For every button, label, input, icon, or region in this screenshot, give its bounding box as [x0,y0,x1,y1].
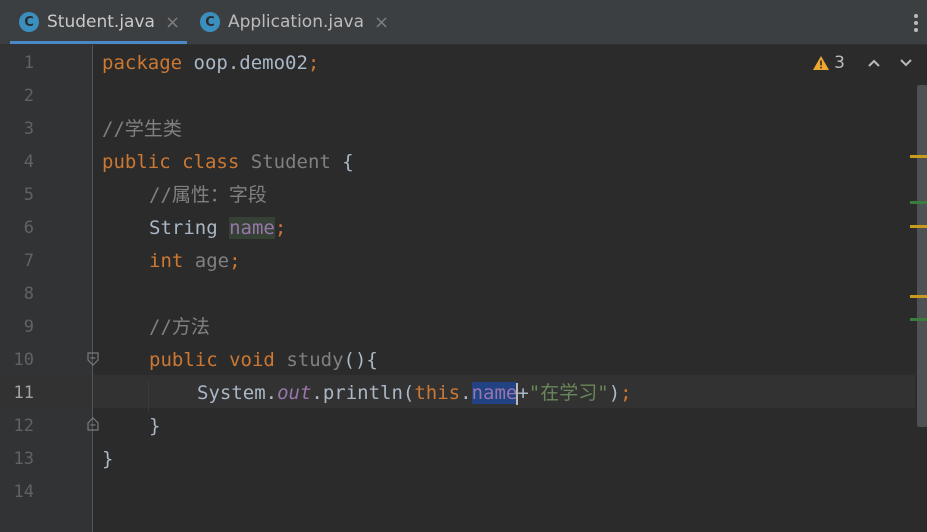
vertical-scrollbar[interactable] [917,85,927,427]
code-line-6: String name; [149,212,286,245]
semicolon: ; [307,52,320,74]
line-number: 1 [23,53,34,73]
line-number: 6 [23,218,34,238]
warning-marker[interactable] [910,295,927,298]
comment: //学生类 [102,118,182,140]
gutter-divider [92,45,93,532]
code-line-7: int age; [149,245,241,278]
class-ref: System. [197,382,278,404]
brace: { [330,151,354,173]
editor-tab-bar: C Student.java × C Application.java × [0,0,927,45]
warning-marker[interactable] [910,155,927,158]
code-line-12: } [149,410,160,443]
warning-icon [813,56,830,70]
method-call: .println( [311,382,415,404]
string-literal: "在学习" [528,382,609,404]
field-name-highlighted: name [229,217,275,239]
active-tab-indicator [10,41,187,44]
line-number: 5 [23,185,34,205]
class-file-icon: C [19,12,39,32]
warning-count: 3 [834,53,845,73]
keyword: class [182,151,240,173]
dot: . [460,382,472,404]
comment: //方法 [149,316,210,338]
static-field: out [277,382,312,404]
operator: + [517,382,529,404]
type-name: String [149,217,230,239]
fold-collapse-icon[interactable] [87,352,99,366]
code-line-10: public void study(){ [149,344,378,377]
close-tab-icon[interactable]: × [374,12,389,33]
line-number: 13 [13,449,34,469]
field-name: age [183,250,230,272]
line-number: 7 [23,251,34,271]
code-line-13: } [102,443,113,476]
code-line-11: System.out.println(this.name+"在学习"); [197,377,632,410]
semicolon: ; [229,250,241,272]
selected-field: name [471,382,518,404]
class-name: Student [250,151,331,173]
keyword: package [102,52,183,74]
tab-label: Student.java [47,12,155,32]
indent-guide [148,381,149,411]
warning-indicator[interactable]: 3 [812,53,845,73]
keyword: this [414,382,461,404]
package-name: oop.demo02 [182,52,308,74]
semicolon: ; [620,382,632,404]
class-file-icon: C [200,12,220,32]
previous-highlight-icon[interactable] [867,58,881,68]
semicolon: ; [274,217,287,239]
line-number: 2 [23,86,34,106]
line-number: 12 [13,416,34,436]
line-number: 4 [23,152,34,172]
line-number: 3 [23,119,34,139]
fold-end-icon[interactable] [87,417,99,431]
code-line-5: //属性：字段 [149,179,267,212]
tab-student-java[interactable]: C Student.java × [10,0,187,44]
code-line-4: public class Student { [102,146,354,179]
keyword: public [102,151,171,173]
info-marker[interactable] [910,318,927,321]
next-highlight-icon[interactable] [899,58,913,68]
keyword: public [149,349,218,371]
method-name: study [286,349,344,371]
code-line-3: //学生类 [102,113,182,146]
line-number-current: 11 [13,383,34,403]
line-number: 9 [23,317,34,337]
line-number: 10 [13,350,34,370]
brace: } [149,415,161,437]
info-marker[interactable] [910,201,927,204]
code-line-9: //方法 [149,311,210,344]
code-line-1: package oop.demo02; [102,47,319,80]
code-editor[interactable]: 1 2 3 4 5 6 7 8 9 10 11 12 13 14 package… [0,45,927,532]
more-options-icon[interactable] [913,14,919,34]
line-number: 8 [23,284,34,304]
comment: //属性：字段 [149,184,267,206]
line-number: 14 [13,482,34,502]
method-params: (){ [343,349,378,371]
keyword: void [229,349,275,371]
keyword: int [149,250,184,272]
close-tab-icon[interactable]: × [165,12,180,33]
tab-label: Application.java [228,12,365,32]
warning-marker[interactable] [910,225,927,228]
paren: ) [608,382,621,404]
brace: } [102,448,114,470]
inspections-widget[interactable]: 3 [812,53,913,73]
tab-application-java[interactable]: C Application.java × [200,0,400,44]
